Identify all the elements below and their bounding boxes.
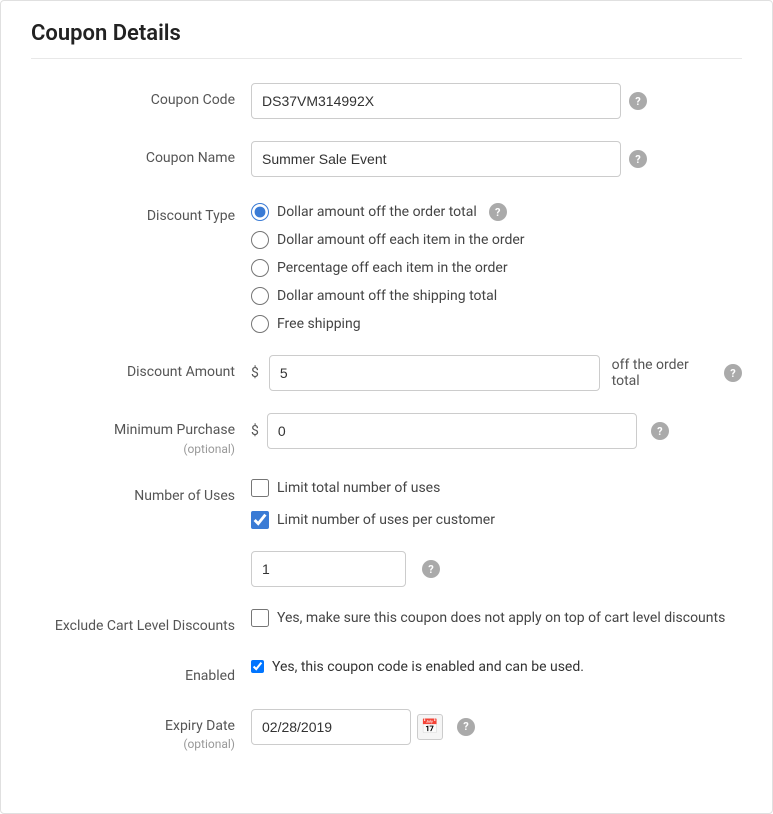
minimum-purchase-help-icon[interactable]: ?	[651, 422, 669, 440]
page-title: Coupon Details	[31, 21, 742, 59]
enabled-item: Yes, this coupon code is enabled and can…	[251, 659, 584, 675]
discount-radio-3[interactable]	[251, 259, 269, 277]
discount-option-4-label: Dollar amount off the shipping total	[277, 288, 497, 304]
discount-radio-4[interactable]	[251, 287, 269, 305]
exclude-cart-control: Yes, make sure this coupon does not appl…	[251, 609, 742, 627]
coupon-name-help-icon[interactable]: ?	[629, 150, 647, 168]
limit-per-customer-section: Limit number of uses per customer ?	[251, 511, 495, 587]
minimum-purchase-input-row: $ ?	[251, 413, 669, 449]
limit-total-label: Limit total number of uses	[277, 480, 440, 496]
expiry-date-sublabel: (optional)	[31, 736, 235, 753]
discount-type-label: Discount Type	[31, 199, 251, 227]
discount-type-radio-group: Dollar amount off the order total ? Doll…	[251, 199, 525, 333]
discount-option-2-label: Dollar amount off each item in the order	[277, 232, 525, 248]
enabled-checkbox[interactable]	[251, 660, 264, 673]
uses-per-customer-input-row: ?	[251, 551, 440, 587]
discount-amount-row: Discount Amount $ off the order total ?	[31, 355, 742, 391]
coupon-code-row: Coupon Code ?	[31, 83, 742, 119]
expiry-date-row: Expiry Date (optional) 📅 ?	[31, 709, 742, 753]
limit-per-customer-checkbox[interactable]	[251, 511, 269, 529]
discount-amount-input-row: $ off the order total ?	[251, 355, 742, 391]
uses-per-customer-help-icon[interactable]: ?	[422, 560, 440, 578]
discount-type-row: Discount Type Dollar amount off the orde…	[31, 199, 742, 333]
discount-radio-5[interactable]	[251, 315, 269, 333]
expiry-date-input-row: 📅 ?	[251, 709, 475, 745]
coupon-name-input[interactable]	[251, 141, 621, 177]
uses-per-customer-input[interactable]	[251, 551, 406, 587]
expiry-date-label: Expiry Date (optional)	[31, 709, 251, 753]
expiry-date-help-icon[interactable]: ?	[457, 718, 475, 736]
minimum-purchase-control: $ ?	[251, 413, 742, 449]
discount-option-3-label: Percentage off each item in the order	[277, 260, 508, 276]
number-of-uses-label: Number of Uses	[31, 479, 251, 507]
discount-amount-control: $ off the order total ?	[251, 355, 742, 391]
discount-option-3[interactable]: Percentage off each item in the order	[251, 259, 525, 277]
coupon-name-label: Coupon Name	[31, 141, 251, 169]
discount-option-1-label: Dollar amount off the order total	[277, 204, 477, 220]
minimum-purchase-row: Minimum Purchase (optional) $ ?	[31, 413, 742, 457]
discount-option-4[interactable]: Dollar amount off the shipping total	[251, 287, 525, 305]
calendar-icon[interactable]: 📅	[417, 714, 443, 740]
limit-per-customer-item[interactable]: Limit number of uses per customer	[251, 511, 495, 529]
coupon-code-label: Coupon Code	[31, 83, 251, 111]
minimum-purchase-sublabel: (optional)	[31, 441, 235, 458]
discount-option-2[interactable]: Dollar amount off each item in the order	[251, 231, 525, 249]
exclude-cart-checkbox[interactable]	[251, 609, 269, 627]
limit-total-checkbox[interactable]	[251, 479, 269, 497]
discount-amount-input[interactable]	[269, 355, 600, 391]
minimum-purchase-label: Minimum Purchase (optional)	[31, 413, 251, 457]
discount-suffix-text: off the order total	[612, 357, 708, 389]
enabled-label: Enabled	[31, 659, 251, 687]
uses-checkboxes: Limit total number of uses Limit number …	[251, 479, 495, 587]
discount-option-5-label: Free shipping	[277, 316, 361, 332]
number-of-uses-control: Limit total number of uses Limit number …	[251, 479, 742, 587]
limit-total-item[interactable]: Limit total number of uses	[251, 479, 495, 497]
exclude-cart-row: Exclude Cart Level Discounts Yes, make s…	[31, 609, 742, 637]
expiry-date-control: 📅 ?	[251, 709, 742, 745]
coupon-code-help-icon[interactable]: ?	[629, 92, 647, 110]
discount-amount-label: Discount Amount	[31, 355, 251, 383]
discount-option-5[interactable]: Free shipping	[251, 315, 525, 333]
coupon-name-control: ?	[251, 141, 742, 177]
coupon-details-page: Coupon Details Coupon Code ? Coupon Name…	[0, 0, 773, 814]
discount-radio-2[interactable]	[251, 231, 269, 249]
coupon-code-input[interactable]	[251, 83, 621, 119]
exclude-cart-label: Exclude Cart Level Discounts	[31, 609, 251, 637]
minimum-purchase-input[interactable]	[267, 413, 637, 449]
enabled-control: Yes, this coupon code is enabled and can…	[251, 659, 742, 675]
number-of-uses-row: Number of Uses Limit total number of use…	[31, 479, 742, 587]
minimum-purchase-currency-symbol: $	[251, 423, 259, 439]
coupon-name-input-wrapper: ?	[251, 141, 742, 177]
discount-currency-symbol: $	[251, 365, 259, 381]
expiry-date-input[interactable]	[251, 709, 411, 745]
discount-type-control: Dollar amount off the order total ? Doll…	[251, 199, 742, 333]
exclude-cart-text: Yes, make sure this coupon does not appl…	[277, 610, 725, 626]
discount-option-1-help-icon[interactable]: ?	[489, 203, 507, 221]
coupon-code-control: ?	[251, 83, 742, 119]
discount-amount-help-icon[interactable]: ?	[724, 364, 742, 382]
coupon-code-input-wrapper: ?	[251, 83, 742, 119]
exclude-cart-item[interactable]: Yes, make sure this coupon does not appl…	[251, 609, 725, 627]
enabled-row: Enabled Yes, this coupon code is enabled…	[31, 659, 742, 687]
discount-radio-1[interactable]	[251, 203, 269, 221]
limit-per-customer-label: Limit number of uses per customer	[277, 512, 495, 528]
coupon-name-row: Coupon Name ?	[31, 141, 742, 177]
enabled-text: Yes, this coupon code is enabled and can…	[272, 659, 584, 675]
discount-option-1[interactable]: Dollar amount off the order total ?	[251, 203, 525, 221]
